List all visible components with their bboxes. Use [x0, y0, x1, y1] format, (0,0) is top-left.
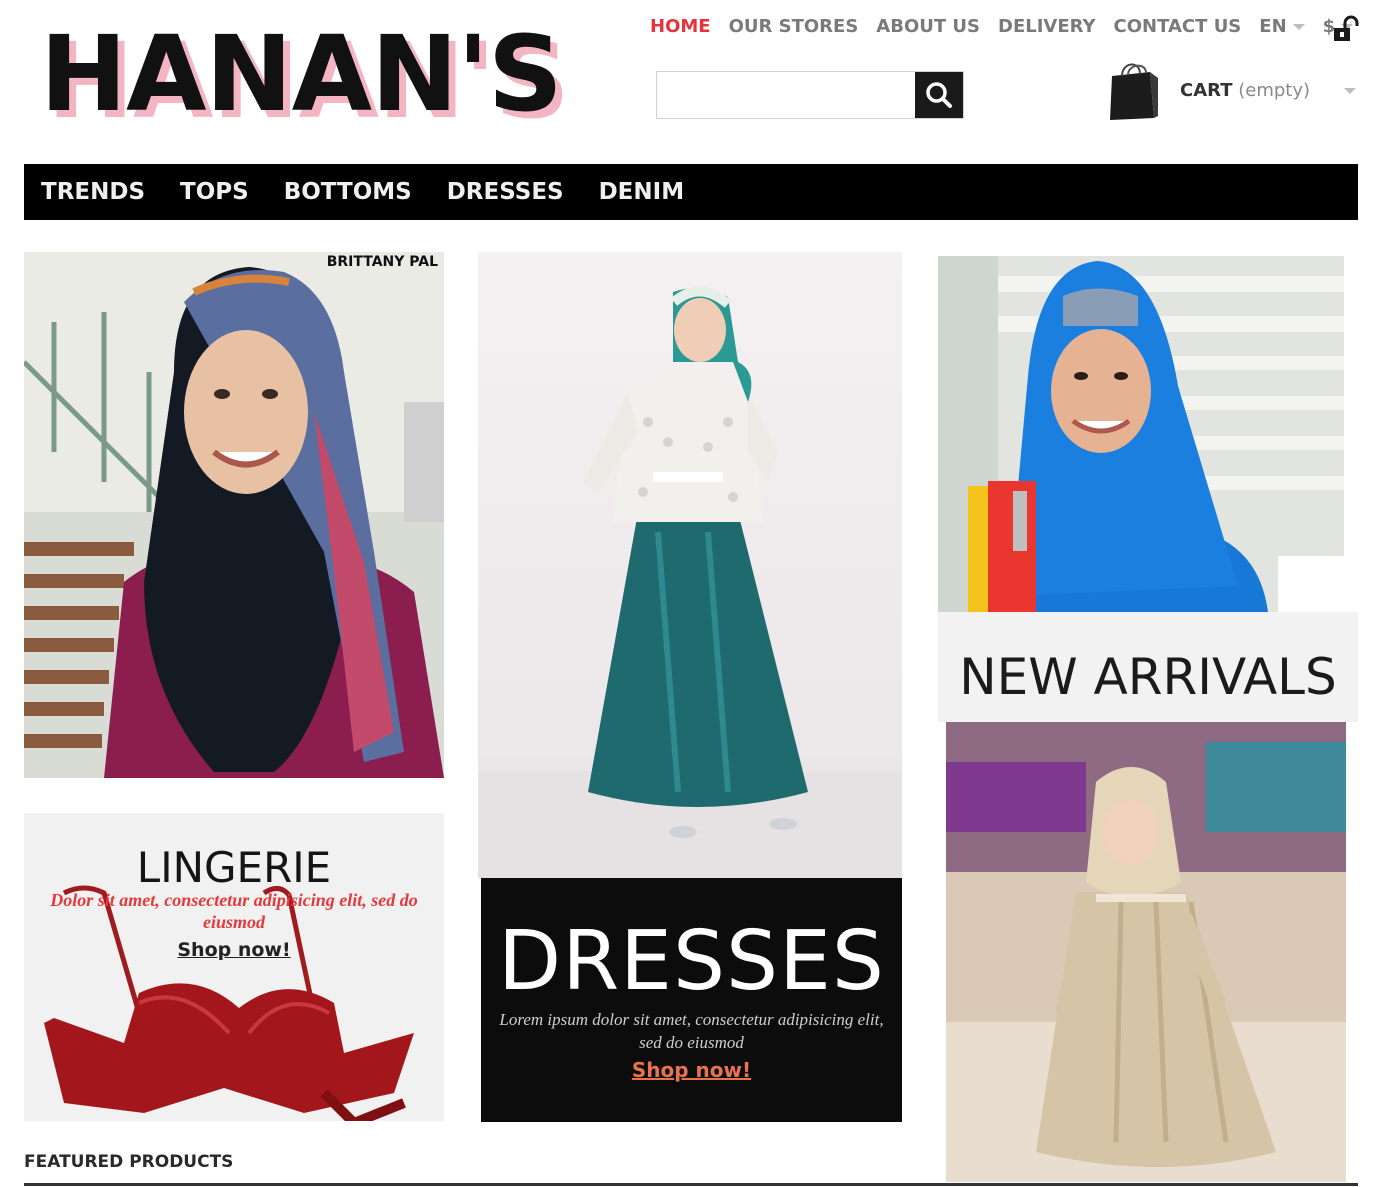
search-icon	[926, 82, 952, 108]
search-button[interactable]	[915, 72, 963, 118]
dresses-description: Lorem ipsum dolor sit amet, consectetur …	[499, 1010, 884, 1052]
chevron-down-icon[interactable]	[1344, 88, 1356, 94]
unlock-icon[interactable]	[1331, 14, 1359, 44]
category-denim[interactable]: DENIM	[599, 179, 685, 205]
section-divider	[24, 1183, 1358, 1186]
nav-contact-us[interactable]: CONTACT US	[1114, 16, 1242, 37]
trend-photo-tile[interactable]: BRITTANY PAL	[24, 252, 444, 778]
featured-products-heading: FEATURED PRODUCTS	[24, 1152, 234, 1172]
woman-blue-hijab-image	[938, 256, 1344, 612]
new-arrivals-photo-tile[interactable]	[946, 722, 1346, 1182]
category-dresses[interactable]: DRESSES	[447, 179, 564, 205]
lingerie-description: Dolor sit amet, consectetur adipisicing …	[50, 890, 418, 932]
dresses-promo-tile[interactable]: DRESSES Lorem ipsum dolor sit amet, cons…	[481, 878, 902, 1122]
lingerie-shop-link[interactable]: Shop now!	[24, 939, 444, 961]
nav-about-us[interactable]: ABOUT US	[876, 16, 980, 37]
search-input[interactable]	[657, 72, 915, 118]
photo-caption: BRITTANY PAL	[326, 254, 438, 270]
brand-logo[interactable]: HANAN'S	[40, 22, 563, 126]
cart-status: (empty)	[1238, 79, 1311, 101]
lingerie-promo-tile[interactable]: LINGERIE Dolor sit amet, consectetur adi…	[24, 813, 444, 1121]
nav-delivery[interactable]: DELIVERY	[998, 16, 1096, 37]
dresses-title: DRESSES	[498, 914, 885, 1009]
category-tops[interactable]: TOPS	[180, 179, 249, 205]
category-trends[interactable]: TRENDS	[41, 179, 145, 205]
child-abaya-image	[946, 722, 1346, 1182]
shopping-bag-icon	[1110, 63, 1158, 120]
cart-title: CART	[1180, 79, 1233, 101]
woman-portrait-image	[24, 252, 444, 778]
nav-our-stores[interactable]: OUR STORES	[729, 16, 859, 37]
new-arrivals-title: NEW ARRIVALS	[959, 648, 1337, 706]
language-select[interactable]: EN	[1259, 16, 1305, 37]
top-nav: HOME OUR STORES ABOUT US DELIVERY CONTAC…	[650, 16, 1371, 37]
dresses-shop-link[interactable]: Shop now!	[481, 1058, 902, 1082]
chevron-down-icon	[1292, 23, 1305, 30]
dress-model-image	[478, 286, 902, 878]
category-nav: TRENDS TOPS BOTTOMS DRESSES DENIM	[24, 164, 1358, 220]
campaign-photo-tile[interactable]	[938, 256, 1344, 612]
category-bottoms[interactable]: BOTTOMS	[284, 179, 412, 205]
nav-home[interactable]: HOME	[650, 16, 711, 37]
cart-label: CART (empty)	[1180, 80, 1310, 101]
new-arrivals-banner[interactable]: NEW ARRIVALS	[938, 612, 1358, 722]
cart-widget[interactable]: CART (empty)	[1106, 58, 1356, 122]
dresses-photo-tile[interactable]	[478, 252, 902, 878]
search-bar	[656, 71, 964, 119]
language-value: EN	[1259, 16, 1287, 37]
